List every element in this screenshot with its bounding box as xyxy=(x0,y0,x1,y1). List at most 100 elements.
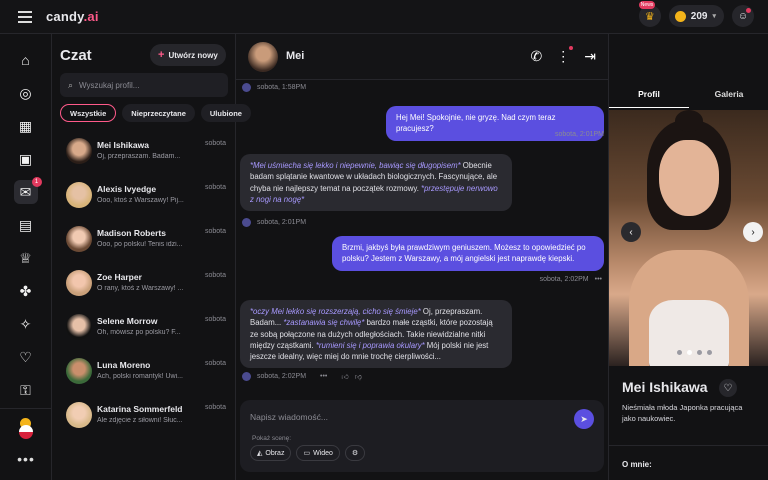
chat-date: sobota xyxy=(204,272,226,279)
message-time: sobota, 2:01PM xyxy=(554,131,604,138)
filter-chips: Wszystkie Nieprzeczytane Ulubione xyxy=(60,104,251,122)
chat-item-luna[interactable]: Luna Moreno Ach, polski romantyk! Uwi...… xyxy=(60,354,232,398)
chat-list-title: Czat xyxy=(60,47,92,64)
poland-flag-icon[interactable] xyxy=(19,425,33,439)
avatar xyxy=(66,270,92,296)
chat-preview: Oj, przepraszam. Badam... xyxy=(97,153,181,160)
trophy-icon[interactable]: ♕ xyxy=(14,246,38,270)
image-icon[interactable]: ▤ xyxy=(14,213,38,237)
scene-label: Pokaż scenę: xyxy=(252,435,292,442)
message-emote: *rumieni się i poprawia okulary* xyxy=(315,340,425,350)
message-emote: *Mei uśmiecha się lekko i niepewnie, baw… xyxy=(250,161,461,170)
scene-video-button[interactable]: ▭ Wideo xyxy=(296,445,340,461)
profile-name: Mei Ishikawa xyxy=(622,379,708,395)
coin-balance[interactable]: 209 ▾ xyxy=(668,5,724,27)
search-icon: ⌕ xyxy=(68,79,74,90)
chat-name: Zoe Harper xyxy=(97,272,142,282)
avatar xyxy=(66,314,92,340)
chat-preview: Ale zdjęcie z siłowni! Słuc... xyxy=(97,417,183,424)
compass-icon[interactable]: ◎ xyxy=(14,81,38,105)
send-button[interactable]: ➤ xyxy=(574,409,594,429)
ai-message: *Mei uśmiecha się lekko i niepewnie, baw… xyxy=(240,154,512,212)
message-meta: sobota, 2:01PM xyxy=(555,131,604,138)
message-emote: *oczy Mei lekko się rozszerzają, cicho s… xyxy=(250,307,421,316)
gift-icon[interactable]: ▣ xyxy=(14,147,38,171)
profile-panel: Profil Galeria ‹ › Mei Ishikawa ♡ Nieśmi… xyxy=(608,34,768,480)
top-bar: candy.ai News ♛ 209 ▾ ☺ xyxy=(0,0,768,34)
chat-item-madison[interactable]: Madison Roberts Ooo, po polsku! Tenis id… xyxy=(60,222,232,266)
chevron-down-icon: ▾ xyxy=(712,13,716,20)
phone-icon[interactable]: ✆ xyxy=(531,48,543,65)
prev-photo-icon[interactable]: ‹ xyxy=(621,222,641,242)
coin-icon xyxy=(674,10,686,22)
more-horizontal-icon[interactable]: ••• xyxy=(595,276,602,283)
scene-settings-button[interactable]: ⚙ xyxy=(344,445,366,461)
ai-avatar-dot xyxy=(242,372,251,381)
logo-suffix: .ai xyxy=(83,9,99,24)
message-meta: sobota, 1:58PM xyxy=(242,83,306,92)
rail-bottom: ••• xyxy=(0,408,52,467)
chat-name: Luna Moreno xyxy=(97,360,151,370)
chat-item-mei[interactable]: Mei Ishikawa Oj, przepraszam. Badam... s… xyxy=(60,134,232,178)
home-icon[interactable]: ⌂ xyxy=(14,48,38,72)
scene-image-button[interactable]: ◭ Obraz xyxy=(250,445,292,461)
search-input[interactable] xyxy=(79,80,220,90)
chat-preview: Ach, polski romantyk! Uwi... xyxy=(97,373,183,380)
more-horizontal-icon[interactable]: ••• xyxy=(320,373,327,380)
chat-name: Katarina Sommerfeld xyxy=(97,404,183,414)
lock-icon[interactable]: ⚿ xyxy=(14,378,38,402)
next-photo-icon[interactable]: › xyxy=(743,222,763,242)
chat-icon[interactable]: ✉ 1 xyxy=(13,177,42,204)
logo[interactable]: candy.ai xyxy=(46,9,99,24)
chat-date: sobota xyxy=(204,316,226,323)
message-time: sobota, 1:58PM xyxy=(257,84,307,91)
thumbs-up-icon[interactable]: 👍︎ xyxy=(341,372,348,381)
avatar[interactable] xyxy=(248,42,278,72)
video-icon: ▭ xyxy=(303,450,311,457)
ai-avatar-dot xyxy=(242,83,251,92)
menu-icon[interactable] xyxy=(18,8,32,26)
chat-item-katarina[interactable]: Katarina Sommerfeld Ale zdjęcie z siłown… xyxy=(60,398,232,442)
gear-icon: ⚙ xyxy=(351,450,359,457)
heart-broken-icon[interactable]: ♡ xyxy=(14,345,38,369)
chat-item-selene[interactable]: Selene Morrow Oh, mówisz po polsku? F...… xyxy=(60,310,232,354)
message-time: sobota, 2:02PM xyxy=(257,373,307,380)
profile-photo: ‹ › xyxy=(609,110,768,366)
chat-item-alexis[interactable]: Alexis Ivyedge Ooo, ktoś z Warszawy! Pij… xyxy=(60,178,232,222)
message-meta: sobota, 2:02PM ••• xyxy=(540,276,602,283)
profile-button[interactable]: ☺ xyxy=(732,5,754,27)
chat-badge: 1 xyxy=(31,177,42,187)
tab-profile[interactable]: Profil xyxy=(609,80,689,108)
ai-avatar-dot xyxy=(242,218,251,227)
tab-gallery[interactable]: Galeria xyxy=(689,80,768,108)
chat-preview: Ooo, ktoś z Warszawy! Pij... xyxy=(97,197,184,204)
user-message: Brzmi, jakbyś była prawdziwym geniuszem.… xyxy=(332,236,604,271)
more-icon[interactable]: ••• xyxy=(0,451,52,467)
conversation-header: Mei ✆ ⋮ ⇥ xyxy=(236,34,608,80)
message-input[interactable] xyxy=(250,412,550,422)
chat-name: Alexis Ivyedge xyxy=(97,184,157,194)
more-vertical-icon[interactable]: ⋮ xyxy=(556,46,574,65)
trophy-news-button[interactable]: News ♛ xyxy=(638,1,661,27)
create-new-button[interactable]: + Utwórz nowy xyxy=(150,44,226,66)
avatar xyxy=(66,402,92,428)
conversation-title: Mei xyxy=(286,50,305,62)
magic-wand-icon[interactable]: ✧ xyxy=(14,312,38,336)
avatar xyxy=(66,358,92,384)
image-icon: ◭ xyxy=(257,450,263,457)
filter-unread[interactable]: Nieprzeczytane xyxy=(122,104,195,122)
favorite-heart-icon[interactable]: ♡ xyxy=(719,379,737,397)
chat-item-zoe[interactable]: Zoe Harper O rany, ktoś z Warszawy! ... … xyxy=(60,266,232,310)
avatar xyxy=(66,138,92,164)
chat-name: Madison Roberts xyxy=(97,228,166,238)
message-composer: ➤ Pokaż scenę: ◭Obraz ▭Wideo ⚙ xyxy=(240,400,604,472)
chat-list-panel: Czat +Utwórz nowy ⌕ Wszystkie Nieprzeczy… xyxy=(52,34,251,480)
filter-all[interactable]: Wszystkie xyxy=(60,104,117,122)
message-meta: sobota, 2:01PM xyxy=(242,218,306,227)
dice-icon[interactable]: ✤ xyxy=(14,279,38,303)
collapse-panel-icon[interactable]: ⇥ xyxy=(584,48,596,65)
thumbs-down-icon[interactable]: 👎︎ xyxy=(355,372,362,381)
gallery-icon[interactable]: ▦ xyxy=(14,114,38,138)
chat-date: sobota xyxy=(204,140,226,147)
message-emote: *zastanawia się chwilę* xyxy=(283,318,365,328)
